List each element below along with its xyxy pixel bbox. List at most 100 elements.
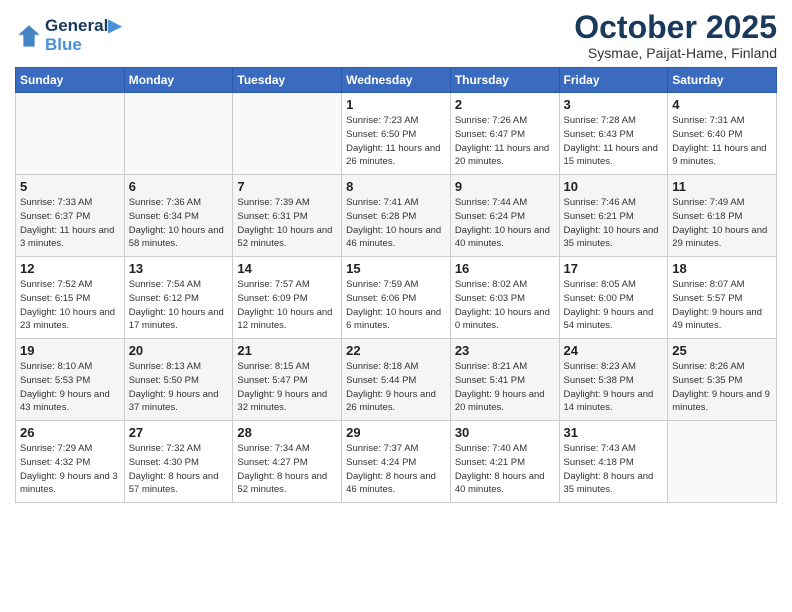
- calendar-cell: [16, 93, 125, 175]
- calendar-cell: 11 Sunrise: 7:49 AM Sunset: 6:18 PM Dayli…: [668, 175, 777, 257]
- logo-icon: [15, 22, 43, 50]
- calendar-cell: [124, 93, 233, 175]
- page-container: General▶ Blue October 2025 Sysmae, Paija…: [0, 0, 792, 513]
- day-info: Sunrise: 7:34 AM Sunset: 4:27 PM Dayligh…: [237, 442, 337, 497]
- day-number: 10: [564, 179, 664, 194]
- day-info: Sunrise: 7:43 AM Sunset: 4:18 PM Dayligh…: [564, 442, 664, 497]
- day-info: Sunrise: 7:23 AM Sunset: 6:50 PM Dayligh…: [346, 114, 446, 169]
- calendar-cell: 13 Sunrise: 7:54 AM Sunset: 6:12 PM Dayli…: [124, 257, 233, 339]
- day-info: Sunrise: 7:54 AM Sunset: 6:12 PM Dayligh…: [129, 278, 229, 333]
- day-number: 16: [455, 261, 555, 276]
- logo-text: General▶ Blue: [45, 17, 121, 54]
- calendar-cell: 27 Sunrise: 7:32 AM Sunset: 4:30 PM Dayli…: [124, 421, 233, 503]
- calendar-cell: 8 Sunrise: 7:41 AM Sunset: 6:28 PM Daylig…: [342, 175, 451, 257]
- day-number: 14: [237, 261, 337, 276]
- day-number: 8: [346, 179, 446, 194]
- calendar-cell: [668, 421, 777, 503]
- day-number: 19: [20, 343, 120, 358]
- day-number: 9: [455, 179, 555, 194]
- day-info: Sunrise: 7:57 AM Sunset: 6:09 PM Dayligh…: [237, 278, 337, 333]
- day-number: 7: [237, 179, 337, 194]
- calendar-cell: 9 Sunrise: 7:44 AM Sunset: 6:24 PM Daylig…: [450, 175, 559, 257]
- day-info: Sunrise: 7:59 AM Sunset: 6:06 PM Dayligh…: [346, 278, 446, 333]
- day-number: 15: [346, 261, 446, 276]
- calendar-week-row: 26 Sunrise: 7:29 AM Sunset: 4:32 PM Dayli…: [16, 421, 777, 503]
- calendar-week-row: 5 Sunrise: 7:33 AM Sunset: 6:37 PM Daylig…: [16, 175, 777, 257]
- calendar-cell: 15 Sunrise: 7:59 AM Sunset: 6:06 PM Dayli…: [342, 257, 451, 339]
- day-info: Sunrise: 7:49 AM Sunset: 6:18 PM Dayligh…: [672, 196, 772, 251]
- day-info: Sunrise: 8:02 AM Sunset: 6:03 PM Dayligh…: [455, 278, 555, 333]
- logo: General▶ Blue: [15, 17, 121, 54]
- calendar-cell: 6Sunrise: 7:36 AM Sunset: 6:34 PM Daylig…: [124, 175, 233, 257]
- weekday-header-row: SundayMondayTuesdayWednesdayThursdayFrid…: [16, 68, 777, 93]
- day-info: Sunrise: 8:10 AM Sunset: 5:53 PM Dayligh…: [20, 360, 120, 415]
- day-info: Sunrise: 7:37 AM Sunset: 4:24 PM Dayligh…: [346, 442, 446, 497]
- day-info: Sunrise: 7:40 AM Sunset: 4:21 PM Dayligh…: [455, 442, 555, 497]
- calendar-cell: 3Sunrise: 7:28 AM Sunset: 6:43 PM Daylig…: [559, 93, 668, 175]
- title-section: October 2025 Sysmae, Paijat-Hame, Finlan…: [574, 10, 777, 61]
- calendar-cell: 17 Sunrise: 8:05 AM Sunset: 6:00 PM Dayli…: [559, 257, 668, 339]
- day-number: 25: [672, 343, 772, 358]
- calendar-cell: 23Sunrise: 8:21 AM Sunset: 5:41 PM Dayli…: [450, 339, 559, 421]
- day-number: 5: [20, 179, 120, 194]
- day-info: Sunrise: 8:15 AM Sunset: 5:47 PM Dayligh…: [237, 360, 337, 415]
- day-number: 24: [564, 343, 664, 358]
- weekday-header-cell: Monday: [124, 68, 233, 93]
- calendar-cell: 31Sunrise: 7:43 AM Sunset: 4:18 PM Dayli…: [559, 421, 668, 503]
- weekday-header-cell: Tuesday: [233, 68, 342, 93]
- weekday-header-cell: Wednesday: [342, 68, 451, 93]
- month-title: October 2025: [574, 10, 777, 45]
- day-number: 29: [346, 425, 446, 440]
- calendar-cell: 26 Sunrise: 7:29 AM Sunset: 4:32 PM Dayli…: [16, 421, 125, 503]
- calendar-cell: 22Sunrise: 8:18 AM Sunset: 5:44 PM Dayli…: [342, 339, 451, 421]
- calendar-cell: 18Sunrise: 8:07 AM Sunset: 5:57 PM Dayli…: [668, 257, 777, 339]
- day-info: Sunrise: 8:26 AM Sunset: 5:35 PM Dayligh…: [672, 360, 772, 415]
- day-info: Sunrise: 7:31 AM Sunset: 6:40 PM Dayligh…: [672, 114, 772, 169]
- day-number: 12: [20, 261, 120, 276]
- day-number: 27: [129, 425, 229, 440]
- day-number: 1: [346, 97, 446, 112]
- location-subtitle: Sysmae, Paijat-Hame, Finland: [574, 45, 777, 61]
- calendar-table: SundayMondayTuesdayWednesdayThursdayFrid…: [15, 67, 777, 503]
- day-number: 6: [129, 179, 229, 194]
- calendar-cell: 28Sunrise: 7:34 AM Sunset: 4:27 PM Dayli…: [233, 421, 342, 503]
- day-number: 26: [20, 425, 120, 440]
- day-number: 22: [346, 343, 446, 358]
- calendar-cell: 20 Sunrise: 8:13 AM Sunset: 5:50 PM Dayli…: [124, 339, 233, 421]
- calendar-week-row: 1 Sunrise: 7:23 AM Sunset: 6:50 PM Daylig…: [16, 93, 777, 175]
- day-number: 21: [237, 343, 337, 358]
- calendar-cell: 10Sunrise: 7:46 AM Sunset: 6:21 PM Dayli…: [559, 175, 668, 257]
- day-info: Sunrise: 7:33 AM Sunset: 6:37 PM Dayligh…: [20, 196, 120, 251]
- calendar-cell: 21 Sunrise: 8:15 AM Sunset: 5:47 PM Dayli…: [233, 339, 342, 421]
- calendar-cell: 4Sunrise: 7:31 AM Sunset: 6:40 PM Daylig…: [668, 93, 777, 175]
- day-number: 17: [564, 261, 664, 276]
- calendar-week-row: 12 Sunrise: 7:52 AM Sunset: 6:15 PM Dayli…: [16, 257, 777, 339]
- calendar-cell: 19 Sunrise: 8:10 AM Sunset: 5:53 PM Dayli…: [16, 339, 125, 421]
- day-info: Sunrise: 7:29 AM Sunset: 4:32 PM Dayligh…: [20, 442, 120, 497]
- day-number: 13: [129, 261, 229, 276]
- day-info: Sunrise: 7:44 AM Sunset: 6:24 PM Dayligh…: [455, 196, 555, 251]
- day-info: Sunrise: 7:41 AM Sunset: 6:28 PM Dayligh…: [346, 196, 446, 251]
- day-number: 30: [455, 425, 555, 440]
- calendar-week-row: 19 Sunrise: 8:10 AM Sunset: 5:53 PM Dayli…: [16, 339, 777, 421]
- day-info: Sunrise: 7:26 AM Sunset: 6:47 PM Dayligh…: [455, 114, 555, 169]
- day-info: Sunrise: 7:52 AM Sunset: 6:15 PM Dayligh…: [20, 278, 120, 333]
- weekday-header-cell: Friday: [559, 68, 668, 93]
- day-info: Sunrise: 8:23 AM Sunset: 5:38 PM Dayligh…: [564, 360, 664, 415]
- day-info: Sunrise: 8:13 AM Sunset: 5:50 PM Dayligh…: [129, 360, 229, 415]
- calendar-cell: 5 Sunrise: 7:33 AM Sunset: 6:37 PM Daylig…: [16, 175, 125, 257]
- calendar-cell: [233, 93, 342, 175]
- header: General▶ Blue October 2025 Sysmae, Paija…: [15, 10, 777, 61]
- calendar-cell: 25 Sunrise: 8:26 AM Sunset: 5:35 PM Dayli…: [668, 339, 777, 421]
- weekday-header-cell: Sunday: [16, 68, 125, 93]
- calendar-cell: 30 Sunrise: 7:40 AM Sunset: 4:21 PM Dayli…: [450, 421, 559, 503]
- day-number: 23: [455, 343, 555, 358]
- calendar-cell: 29 Sunrise: 7:37 AM Sunset: 4:24 PM Dayli…: [342, 421, 451, 503]
- day-info: Sunrise: 8:05 AM Sunset: 6:00 PM Dayligh…: [564, 278, 664, 333]
- day-number: 18: [672, 261, 772, 276]
- weekday-header-cell: Saturday: [668, 68, 777, 93]
- day-number: 20: [129, 343, 229, 358]
- calendar-cell: 7Sunrise: 7:39 AM Sunset: 6:31 PM Daylig…: [233, 175, 342, 257]
- day-info: Sunrise: 7:32 AM Sunset: 4:30 PM Dayligh…: [129, 442, 229, 497]
- day-number: 11: [672, 179, 772, 194]
